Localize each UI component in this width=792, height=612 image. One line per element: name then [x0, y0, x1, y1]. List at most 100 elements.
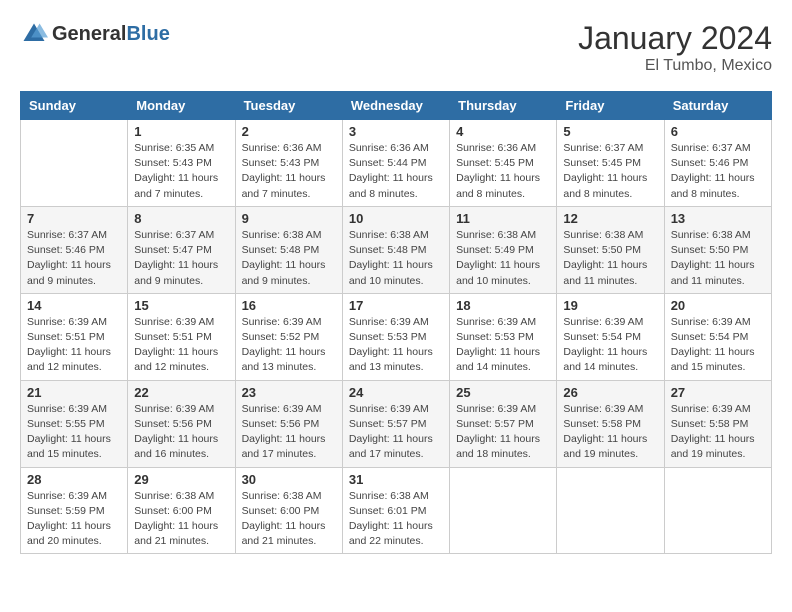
- day-number: 17: [349, 298, 443, 313]
- calendar-cell: 1Sunrise: 6:35 AM Sunset: 5:43 PM Daylig…: [128, 120, 235, 207]
- calendar-table: SundayMondayTuesdayWednesdayThursdayFrid…: [20, 91, 772, 554]
- day-info: Sunrise: 6:39 AM Sunset: 5:52 PM Dayligh…: [242, 315, 336, 376]
- day-info: Sunrise: 6:39 AM Sunset: 5:51 PM Dayligh…: [134, 315, 228, 376]
- day-number: 9: [242, 211, 336, 226]
- weekday-header-cell: Tuesday: [235, 92, 342, 120]
- calendar-cell: 25Sunrise: 6:39 AM Sunset: 5:57 PM Dayli…: [450, 380, 557, 467]
- day-info: Sunrise: 6:39 AM Sunset: 5:59 PM Dayligh…: [27, 489, 121, 550]
- day-number: 26: [563, 385, 657, 400]
- day-info: Sunrise: 6:36 AM Sunset: 5:45 PM Dayligh…: [456, 141, 550, 202]
- calendar-cell: 21 Sunrise: 6:39 AM Sunset: 5:55 PM Dayli…: [21, 380, 128, 467]
- day-info: Sunrise: 6:37 AM Sunset: 5:46 PM Dayligh…: [27, 228, 121, 289]
- day-info: Sunrise: 6:39 AM Sunset: 5:55 PM Dayligh…: [27, 402, 121, 463]
- calendar-cell: 27 Sunrise: 6:39 AM Sunset: 5:58 PM Dayli…: [664, 380, 771, 467]
- day-number: 1: [134, 124, 228, 139]
- calendar-row: 21 Sunrise: 6:39 AM Sunset: 5:55 PM Dayli…: [21, 380, 772, 467]
- calendar-cell: 31 Sunrise: 6:38 AM Sunset: 6:01 PM Dayli…: [342, 467, 449, 554]
- weekday-header-cell: Sunday: [21, 92, 128, 120]
- day-info: Sunrise: 6:38 AM Sunset: 5:50 PM Dayligh…: [563, 228, 657, 289]
- calendar-cell: 6 Sunrise: 6:37 AM Sunset: 5:46 PM Daylig…: [664, 120, 771, 207]
- calendar-cell: 9 Sunrise: 6:38 AM Sunset: 5:48 PM Daylig…: [235, 206, 342, 293]
- page-header: GeneralBlue January 2024 El Tumbo, Mexic…: [20, 20, 772, 75]
- calendar-cell: 15 Sunrise: 6:39 AM Sunset: 5:51 PM Dayli…: [128, 293, 235, 380]
- calendar-row: 14 Sunrise: 6:39 AM Sunset: 5:51 PM Dayli…: [21, 293, 772, 380]
- calendar-cell: 18 Sunrise: 6:39 AM Sunset: 5:53 PM Dayli…: [450, 293, 557, 380]
- weekday-header-cell: Saturday: [664, 92, 771, 120]
- calendar-cell: 2Sunrise: 6:36 AM Sunset: 5:43 PM Daylig…: [235, 120, 342, 207]
- day-number: 21: [27, 385, 121, 400]
- month-title: January 2024: [578, 20, 772, 57]
- day-number: 30: [242, 472, 336, 487]
- day-info: Sunrise: 6:39 AM Sunset: 5:56 PM Dayligh…: [242, 402, 336, 463]
- day-number: 5: [563, 124, 657, 139]
- logo-text: GeneralBlue: [52, 23, 170, 46]
- weekday-header-cell: Friday: [557, 92, 664, 120]
- day-number: 25: [456, 385, 550, 400]
- calendar-cell: 26Sunrise: 6:39 AM Sunset: 5:58 PM Dayli…: [557, 380, 664, 467]
- day-number: 19: [563, 298, 657, 313]
- day-info: Sunrise: 6:38 AM Sunset: 6:01 PM Dayligh…: [349, 489, 443, 550]
- logo-general: General: [52, 23, 126, 45]
- day-number: 15: [134, 298, 228, 313]
- calendar-cell: 4Sunrise: 6:36 AM Sunset: 5:45 PM Daylig…: [450, 120, 557, 207]
- calendar-cell: [557, 467, 664, 554]
- calendar-cell: 3 Sunrise: 6:36 AM Sunset: 5:44 PM Daylig…: [342, 120, 449, 207]
- calendar-cell: 22 Sunrise: 6:39 AM Sunset: 5:56 PM Dayli…: [128, 380, 235, 467]
- calendar-cell: 16 Sunrise: 6:39 AM Sunset: 5:52 PM Dayli…: [235, 293, 342, 380]
- day-number: 6: [671, 124, 765, 139]
- location-title: El Tumbo, Mexico: [578, 57, 772, 75]
- calendar-cell: 7 Sunrise: 6:37 AM Sunset: 5:46 PM Daylig…: [21, 206, 128, 293]
- day-info: Sunrise: 6:37 AM Sunset: 5:45 PM Dayligh…: [563, 141, 657, 202]
- day-number: 3: [349, 124, 443, 139]
- calendar-cell: 13 Sunrise: 6:38 AM Sunset: 5:50 PM Dayli…: [664, 206, 771, 293]
- calendar-cell: [450, 467, 557, 554]
- day-info: Sunrise: 6:39 AM Sunset: 5:51 PM Dayligh…: [27, 315, 121, 376]
- day-number: 31: [349, 472, 443, 487]
- day-info: Sunrise: 6:39 AM Sunset: 5:58 PM Dayligh…: [671, 402, 765, 463]
- calendar-cell: 20 Sunrise: 6:39 AM Sunset: 5:54 PM Dayli…: [664, 293, 771, 380]
- day-number: 14: [27, 298, 121, 313]
- day-info: Sunrise: 6:39 AM Sunset: 5:54 PM Dayligh…: [563, 315, 657, 376]
- day-number: 18: [456, 298, 550, 313]
- day-number: 16: [242, 298, 336, 313]
- calendar-cell: [664, 467, 771, 554]
- day-info: Sunrise: 6:37 AM Sunset: 5:46 PM Dayligh…: [671, 141, 765, 202]
- calendar-cell: 30 Sunrise: 6:38 AM Sunset: 6:00 PM Dayli…: [235, 467, 342, 554]
- weekday-header-cell: Wednesday: [342, 92, 449, 120]
- day-number: 29: [134, 472, 228, 487]
- day-number: 11: [456, 211, 550, 226]
- logo-blue: Blue: [126, 23, 169, 45]
- day-info: Sunrise: 6:39 AM Sunset: 5:54 PM Dayligh…: [671, 315, 765, 376]
- calendar-cell: 17 Sunrise: 6:39 AM Sunset: 5:53 PM Dayli…: [342, 293, 449, 380]
- calendar-cell: [21, 120, 128, 207]
- day-info: Sunrise: 6:38 AM Sunset: 6:00 PM Dayligh…: [134, 489, 228, 550]
- day-number: 28: [27, 472, 121, 487]
- weekday-header-row: SundayMondayTuesdayWednesdayThursdayFrid…: [21, 92, 772, 120]
- day-number: 22: [134, 385, 228, 400]
- title-block: January 2024 El Tumbo, Mexico: [578, 20, 772, 75]
- day-info: Sunrise: 6:36 AM Sunset: 5:44 PM Dayligh…: [349, 141, 443, 202]
- day-number: 27: [671, 385, 765, 400]
- day-info: Sunrise: 6:38 AM Sunset: 5:48 PM Dayligh…: [242, 228, 336, 289]
- logo: GeneralBlue: [20, 20, 170, 48]
- day-info: Sunrise: 6:38 AM Sunset: 5:50 PM Dayligh…: [671, 228, 765, 289]
- day-info: Sunrise: 6:38 AM Sunset: 6:00 PM Dayligh…: [242, 489, 336, 550]
- day-info: Sunrise: 6:39 AM Sunset: 5:56 PM Dayligh…: [134, 402, 228, 463]
- day-info: Sunrise: 6:36 AM Sunset: 5:43 PM Dayligh…: [242, 141, 336, 202]
- calendar-row: 7 Sunrise: 6:37 AM Sunset: 5:46 PM Daylig…: [21, 206, 772, 293]
- day-number: 13: [671, 211, 765, 226]
- day-number: 7: [27, 211, 121, 226]
- day-number: 24: [349, 385, 443, 400]
- logo-icon: [20, 20, 48, 48]
- day-number: 20: [671, 298, 765, 313]
- calendar-cell: 8Sunrise: 6:37 AM Sunset: 5:47 PM Daylig…: [128, 206, 235, 293]
- calendar-cell: 24Sunrise: 6:39 AM Sunset: 5:57 PM Dayli…: [342, 380, 449, 467]
- day-info: Sunrise: 6:39 AM Sunset: 5:53 PM Dayligh…: [349, 315, 443, 376]
- day-number: 10: [349, 211, 443, 226]
- day-info: Sunrise: 6:39 AM Sunset: 5:53 PM Dayligh…: [456, 315, 550, 376]
- calendar-cell: 5 Sunrise: 6:37 AM Sunset: 5:45 PM Daylig…: [557, 120, 664, 207]
- calendar-cell: 29 Sunrise: 6:38 AM Sunset: 6:00 PM Dayli…: [128, 467, 235, 554]
- weekday-header-cell: Monday: [128, 92, 235, 120]
- calendar-cell: 28 Sunrise: 6:39 AM Sunset: 5:59 PM Dayli…: [21, 467, 128, 554]
- calendar-cell: 14 Sunrise: 6:39 AM Sunset: 5:51 PM Dayli…: [21, 293, 128, 380]
